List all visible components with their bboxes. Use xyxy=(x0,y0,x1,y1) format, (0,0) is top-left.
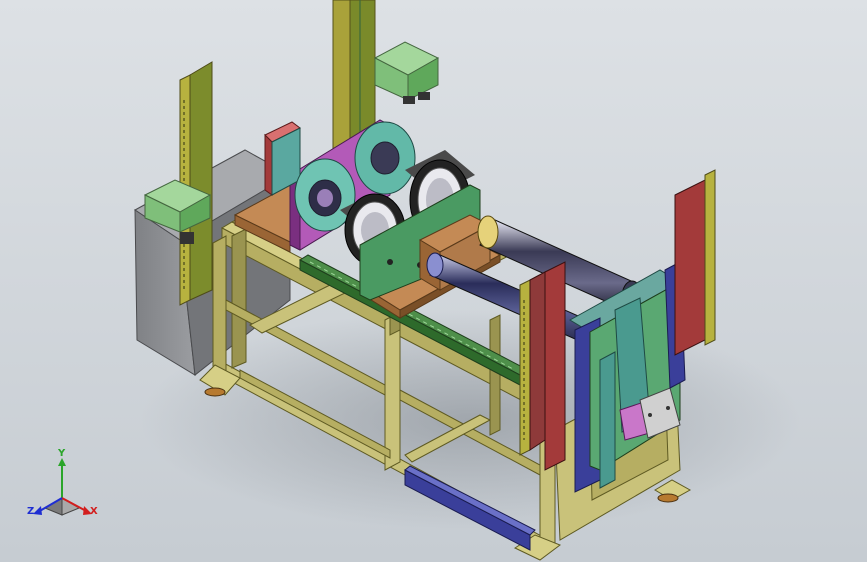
z-axis-arrow xyxy=(33,506,42,515)
x-axis-label: X xyxy=(90,506,98,517)
orientation-triad[interactable]: Y X Z xyxy=(27,448,98,517)
red-guard-panel-right-front xyxy=(544,261,566,471)
y-axis-arrow xyxy=(58,458,66,466)
light-curtain-right-front xyxy=(519,271,546,456)
z-axis-label: Z xyxy=(27,506,34,517)
teal-disc-rear xyxy=(354,121,416,195)
light-curtain-right-rear xyxy=(674,169,716,356)
y-axis-label: Y xyxy=(57,448,66,459)
cad-viewport[interactable]: Y X Z xyxy=(0,0,867,562)
light-curtain-left xyxy=(179,61,213,306)
machine-assembly-model: Y X Z xyxy=(27,0,800,561)
junction-box-upper xyxy=(373,41,440,104)
